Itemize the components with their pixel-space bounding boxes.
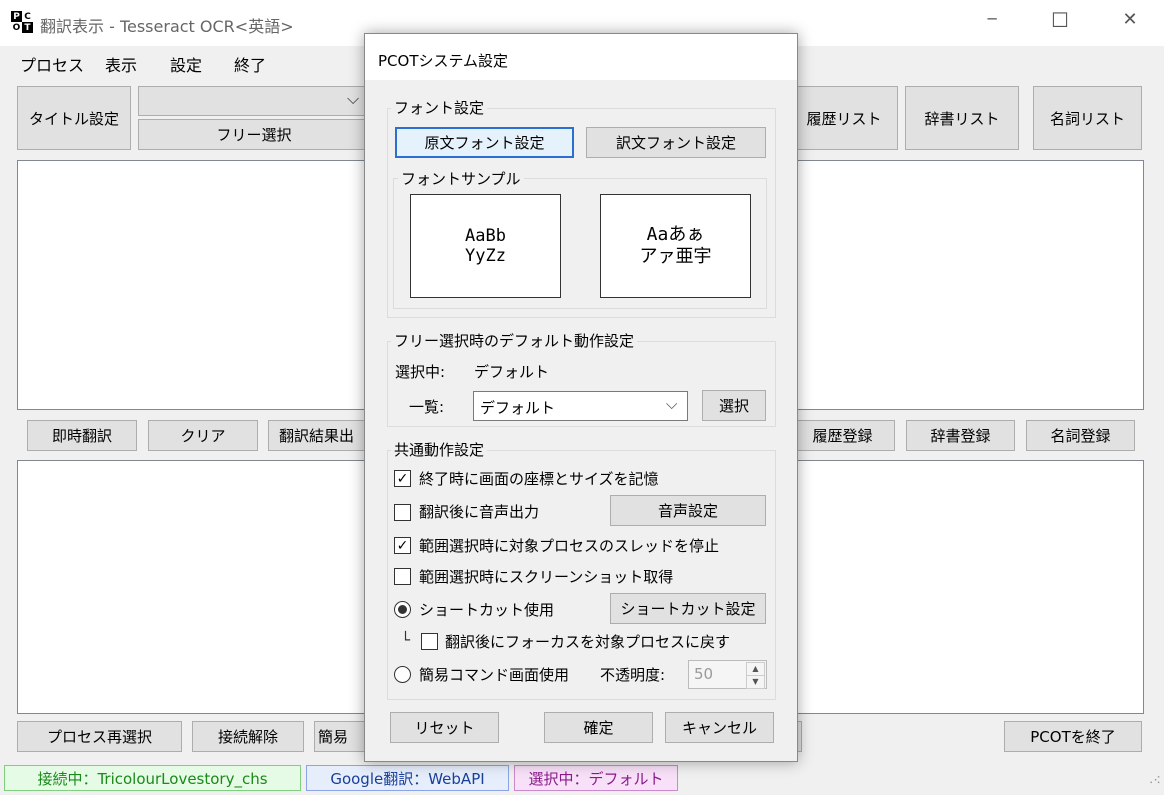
opacity-label: 不透明度: (600, 666, 666, 684)
quit-pcot-button[interactable]: PCOTを終了 (1004, 721, 1142, 752)
translation-font-button[interactable]: 訳文フォント設定 (586, 127, 766, 158)
check-icon: ✓ (396, 470, 409, 487)
menu-exit[interactable]: 終了 (234, 52, 266, 76)
remember-geometry-label: 終了時に画面の座標とサイズを記憶 (419, 470, 659, 488)
logo-letter: T (22, 22, 33, 33)
logo-letter: C (22, 11, 33, 22)
stop-thread-label: 範囲選択時に対象プロセスのスレッドを停止 (419, 537, 720, 555)
dictionary-register-button[interactable]: 辞書登録 (906, 420, 1015, 451)
menu-view[interactable]: 表示 (105, 52, 137, 76)
remember-geometry-checkbox[interactable]: ✓ (394, 470, 411, 487)
reset-button[interactable]: リセット (390, 712, 499, 743)
close-button[interactable]: ✕ (1110, 9, 1150, 37)
simple-command-radio[interactable] (394, 666, 411, 683)
translation-font-sample: Aaあぁ アァ亜宇 (600, 194, 751, 298)
cancel-button[interactable]: キャンセル (665, 712, 774, 743)
process-combo[interactable]: ⌵ (138, 86, 370, 116)
font-settings-label: フォント設定 (391, 97, 488, 118)
dictionary-list-button[interactable]: 辞書リスト (905, 86, 1019, 150)
selecting-value: デフォルト (474, 363, 550, 381)
instant-translate-button[interactable]: 即時翻訳 (27, 420, 137, 451)
maximize-button[interactable]: ☐ (1040, 8, 1080, 36)
translation-sample-line2: アァ亜宇 (639, 246, 712, 267)
window-title: 翻訳表示 - Tesseract OCR<英語> (40, 17, 294, 36)
shortcut-radio[interactable] (394, 601, 411, 618)
status-translator: Google翻訳：WebAPI (306, 765, 509, 791)
preset-dropdown[interactable]: デフォルト ⌵ (473, 391, 688, 421)
noun-register-button[interactable]: 名詞登録 (1026, 420, 1135, 451)
check-icon: ✓ (396, 537, 409, 554)
dialog-title: PCOTシステム設定 (378, 52, 509, 70)
common-settings-label: 共通動作設定 (391, 439, 488, 460)
logo-letter: O (11, 22, 22, 33)
focus-back-checkbox[interactable] (421, 633, 438, 650)
clear-button[interactable]: クリア (148, 420, 258, 451)
tree-connector: └ (401, 631, 411, 649)
settings-dialog: PCOTシステム設定 フォント設定 原文フォント設定 訳文フォント設定 フォント… (364, 33, 798, 762)
screenshot-checkbox[interactable] (394, 568, 411, 585)
app-logo: P C O T (11, 11, 33, 33)
disconnect-button[interactable]: 接続解除 (192, 721, 304, 752)
font-sample-label: フォントサンプル (398, 168, 524, 189)
free-select-label: フリー選択時のデフォルト動作設定 (391, 330, 638, 351)
minimize-button[interactable]: ─ (972, 10, 1012, 36)
title-settings-button[interactable]: タイトル設定 (17, 86, 131, 150)
output-result-button[interactable]: 翻訳結果出 (268, 420, 368, 451)
chevron-down-icon: ⌵ (666, 395, 678, 413)
focus-back-label: 翻訳後にフォーカスを対象プロセスに戻す (445, 633, 731, 651)
voice-output-label: 翻訳後に音声出力 (419, 503, 540, 521)
selecting-label: 選択中: (395, 363, 446, 381)
select-preset-button[interactable]: 選択 (702, 390, 766, 421)
status-connection: 接続中：TricolourLovestory_chs (4, 765, 301, 791)
source-sample-line2: YyZz (465, 246, 506, 266)
translation-sample-line1: Aaあぁ (646, 224, 705, 245)
ok-button[interactable]: 確定 (544, 712, 653, 743)
logo-letter: P (11, 11, 22, 22)
noun-list-button[interactable]: 名詞リスト (1033, 86, 1142, 150)
spinner-down-icon[interactable]: ▼ (746, 675, 765, 689)
status-selection: 選択中：デフォルト (514, 765, 678, 791)
shortcut-label: ショートカット使用 (419, 601, 555, 619)
shortcut-settings-button[interactable]: ショートカット設定 (610, 593, 766, 624)
screenshot-label: 範囲選択時にスクリーンショット取得 (419, 568, 674, 586)
opacity-value: 50 (694, 665, 714, 683)
opacity-spinner[interactable]: 50 ▲ ▼ (688, 660, 767, 689)
voice-settings-button[interactable]: 音声設定 (610, 495, 766, 526)
list-label: 一覧: (409, 398, 445, 416)
voice-output-checkbox[interactable] (394, 504, 411, 521)
stop-thread-checkbox[interactable]: ✓ (394, 537, 411, 554)
preset-dropdown-value: デフォルト (480, 399, 556, 417)
menu-process[interactable]: プロセス (20, 52, 84, 76)
spinner-up-icon[interactable]: ▲ (746, 662, 765, 676)
source-font-sample: AaBb YyZz (410, 194, 561, 298)
history-list-button[interactable]: 履歴リスト (790, 86, 898, 150)
source-sample-line1: AaBb (465, 226, 506, 246)
history-register-button[interactable]: 履歴登録 (790, 420, 895, 451)
resize-grip-icon[interactable]: ⠠⠪ (1146, 776, 1161, 787)
process-reselect-button[interactable]: プロセス再選択 (17, 721, 182, 752)
free-select-button[interactable]: フリー選択 (138, 119, 370, 150)
simple-command-label: 簡易コマンド画面使用 (419, 666, 570, 684)
source-font-button[interactable]: 原文フォント設定 (395, 127, 574, 158)
chevron-down-icon: ⌵ (347, 89, 360, 108)
menu-settings[interactable]: 設定 (170, 52, 202, 76)
